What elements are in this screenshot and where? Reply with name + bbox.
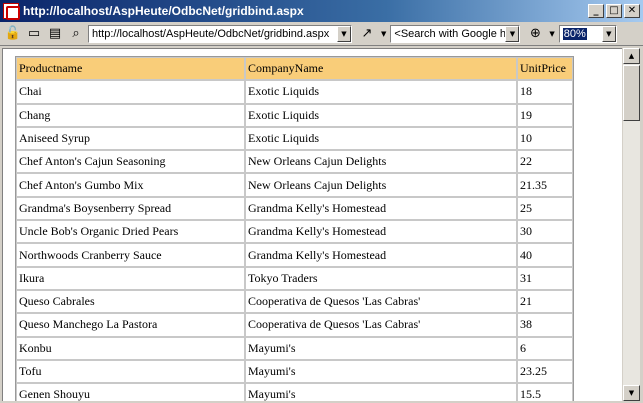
maximize-button[interactable]: □ xyxy=(606,4,622,18)
lock-icon[interactable]: 🔓 xyxy=(4,25,22,43)
table-row: Ikura Tokyo Traders 31 xyxy=(16,266,573,290)
cell-companyname: Cooperativa de Quesos 'Las Cabras' xyxy=(245,313,517,337)
go-icon[interactable]: ↗ xyxy=(358,25,376,43)
minimize-button[interactable]: _ xyxy=(588,4,604,18)
column-header-unitprice: UnitPrice xyxy=(517,57,573,81)
search-engine-dropdown-icon[interactable]: ▼ xyxy=(549,30,554,38)
cell-companyname: New Orleans Cajun Delights xyxy=(245,150,517,174)
cell-companyname: Grandma Kelly's Homestead xyxy=(245,196,517,221)
opera-logo-icon xyxy=(3,3,20,20)
title-bar: http://localhost/AspHeute/OdbcNet/gridbi… xyxy=(0,0,643,22)
cell-productname: Queso Manchego La Pastora xyxy=(16,313,245,337)
address-field[interactable]: http://localhost/AspHeute/OdbcNet/gridbi… xyxy=(88,24,352,43)
search-engine-icon[interactable]: ⊕ xyxy=(526,25,544,43)
table-row: Chef Anton's Gumbo Mix New Orleans Cajun … xyxy=(16,173,573,197)
table-row: Northwoods Cranberry Sauce Grandma Kelly'… xyxy=(16,243,573,267)
scroll-up-button[interactable]: ▲ xyxy=(623,48,640,64)
print-preview-icon[interactable]: ⌕ xyxy=(67,25,85,43)
products-grid: Productname CompanyName UnitPrice Chai Ex… xyxy=(15,56,574,401)
vertical-scrollbar[interactable]: ▲ ▼ xyxy=(622,48,640,401)
cell-unitprice: 38 xyxy=(517,313,573,337)
cell-unitprice: 15.5 xyxy=(517,383,573,401)
cell-productname: Aniseed Syrup xyxy=(16,126,245,151)
table-row: Aniseed Syrup Exotic Liquids 10 xyxy=(16,126,573,151)
cell-companyname: Grandma Kelly's Homestead xyxy=(245,220,517,244)
search-field[interactable]: <Search with Google h ▼ xyxy=(390,24,521,43)
address-dropdown-button[interactable]: ▼ xyxy=(337,25,351,42)
cell-productname: Tofu xyxy=(16,359,245,384)
window-title: http://localhost/AspHeute/OdbcNet/gridbi… xyxy=(23,4,304,18)
cell-companyname: Mayumi's xyxy=(245,383,517,401)
cell-productname: Chef Anton's Gumbo Mix xyxy=(16,173,245,197)
cell-companyname: Cooperativa de Quesos 'Las Cabras' xyxy=(245,289,517,314)
go-dropdown-icon[interactable]: ▼ xyxy=(381,30,386,38)
column-header-companyname: CompanyName xyxy=(245,57,517,81)
cell-companyname: Exotic Liquids xyxy=(245,103,517,127)
window-icon[interactable]: ▭ xyxy=(25,25,43,43)
cell-unitprice: 22 xyxy=(517,150,573,174)
cell-companyname: Exotic Liquids xyxy=(245,80,517,104)
cell-companyname: Mayumi's xyxy=(245,336,517,360)
cell-unitprice: 10 xyxy=(517,126,573,151)
cell-unitprice: 40 xyxy=(517,243,573,267)
page-viewport: Productname CompanyName UnitPrice Chai Ex… xyxy=(2,48,623,401)
table-row: Genen Shouyu Mayumi's 15.5 xyxy=(16,383,573,401)
table-row: Chai Exotic Liquids 18 xyxy=(16,80,573,104)
cell-productname: Uncle Bob's Organic Dried Pears xyxy=(16,220,245,244)
zoom-field[interactable]: 80% ▼ xyxy=(558,24,617,43)
search-input[interactable]: <Search with Google h xyxy=(391,28,505,40)
cell-productname: Genen Shouyu xyxy=(16,383,245,401)
grid-header-row: Productname CompanyName UnitPrice xyxy=(16,57,573,81)
cell-unitprice: 31 xyxy=(517,266,573,290)
close-button[interactable]: ✕ xyxy=(624,4,640,18)
cell-productname: Northwoods Cranberry Sauce xyxy=(16,243,245,267)
cell-unitprice: 25 xyxy=(517,196,573,221)
table-row: Chef Anton's Cajun Seasoning New Orleans … xyxy=(16,150,573,174)
table-row: Queso Manchego La Pastora Cooperativa de … xyxy=(16,313,573,337)
cell-unitprice: 18 xyxy=(517,80,573,104)
address-input[interactable]: http://localhost/AspHeute/OdbcNet/gridbi… xyxy=(89,28,337,40)
cell-unitprice: 21 xyxy=(517,289,573,314)
search-dropdown-button[interactable]: ▼ xyxy=(505,25,520,42)
zoom-dropdown-button[interactable]: ▼ xyxy=(601,25,616,42)
cell-companyname: Mayumi's xyxy=(245,359,517,384)
cell-unitprice: 23.25 xyxy=(517,359,573,384)
cell-unitprice: 19 xyxy=(517,103,573,127)
page-icon[interactable]: ▤ xyxy=(46,25,64,43)
table-row: Uncle Bob's Organic Dried Pears Grandma K… xyxy=(16,220,573,244)
cell-productname: Konbu xyxy=(16,336,245,360)
table-row: Grandma's Boysenberry Spread Grandma Kell… xyxy=(16,196,573,221)
table-row: Tofu Mayumi's 23.25 xyxy=(16,359,573,384)
cell-companyname: Exotic Liquids xyxy=(245,126,517,151)
cell-productname: Ikura xyxy=(16,266,245,290)
cell-unitprice: 21.35 xyxy=(517,173,573,197)
zoom-input[interactable]: 80% xyxy=(562,27,587,40)
table-row: Konbu Mayumi's 6 xyxy=(16,336,573,360)
cell-productname: Chai xyxy=(16,80,245,104)
cell-productname: Chef Anton's Cajun Seasoning xyxy=(16,150,245,174)
table-row: Queso Cabrales Cooperativa de Quesos 'Las… xyxy=(16,289,573,314)
address-toolbar: 🔓 ▭ ▤ ⌕ http://localhost/AspHeute/OdbcNe… xyxy=(0,22,643,46)
cell-companyname: New Orleans Cajun Delights xyxy=(245,173,517,197)
scroll-thumb[interactable] xyxy=(623,65,640,121)
cell-companyname: Grandma Kelly's Homestead xyxy=(245,243,517,267)
cell-companyname: Tokyo Traders xyxy=(245,266,517,290)
scroll-down-button[interactable]: ▼ xyxy=(623,385,640,401)
cell-unitprice: 6 xyxy=(517,336,573,360)
cell-productname: Chang xyxy=(16,103,245,127)
cell-unitprice: 30 xyxy=(517,220,573,244)
column-header-productname: Productname xyxy=(16,57,245,81)
cell-productname: Queso Cabrales xyxy=(16,289,245,314)
cell-productname: Grandma's Boysenberry Spread xyxy=(16,196,245,221)
table-row: Chang Exotic Liquids 19 xyxy=(16,103,573,127)
